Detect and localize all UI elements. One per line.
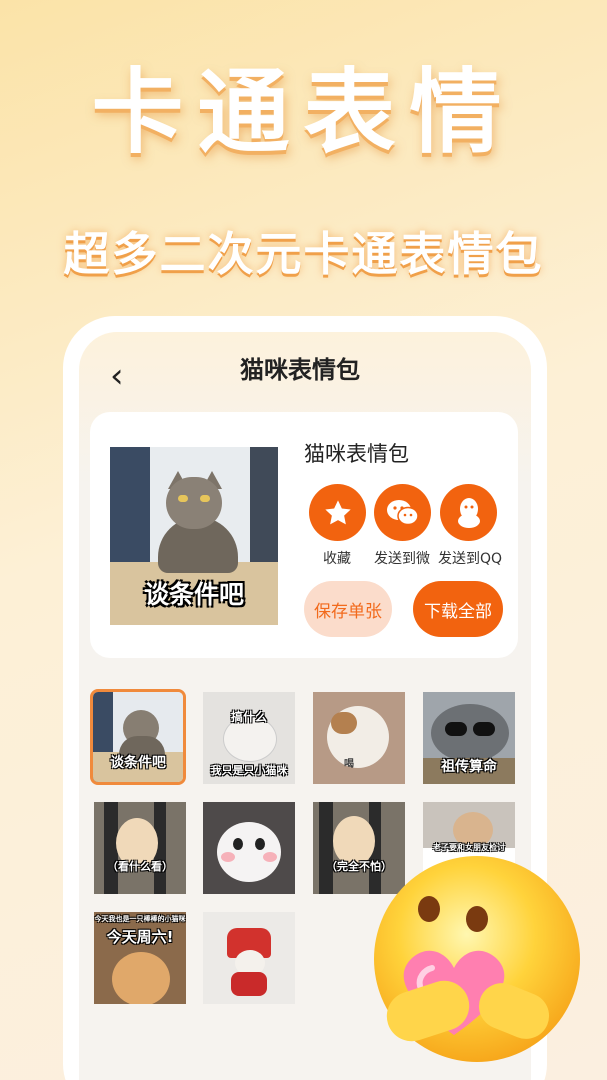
sticker-caption: 谈条件吧 (110, 755, 166, 771)
sticker-caption: （完全不怕） (326, 860, 392, 873)
wechat-icon (386, 499, 419, 525)
back-icon[interactable]: ‹ (110, 356, 124, 396)
sticker-thumb[interactable]: 今天我也是一只棒棒的小猫咪 今天周六! (94, 912, 186, 1004)
sticker-caption-top: 今天我也是一只棒棒的小猫咪 (94, 915, 186, 923)
emoji-eye (466, 906, 488, 932)
sticker-caption-top: 搞什么 (230, 710, 267, 724)
save-single-button[interactable]: 保存单张 (304, 581, 392, 637)
send-wechat-button[interactable] (374, 484, 431, 541)
send-qq-button[interactable] (440, 484, 497, 541)
sticker-thumb[interactable]: 祖传算命 (423, 692, 515, 784)
hero-title: 卡通表情 (91, 59, 516, 166)
star-icon (324, 499, 351, 524)
sticker-thumb[interactable] (203, 912, 295, 1004)
sticker-thumb[interactable]: 搞什么 我只是只小猫咪 (203, 692, 295, 784)
cat-face (112, 952, 170, 1004)
cover-caption: 谈条件吧 (143, 580, 244, 609)
pack-name: 猫咪表情包 (304, 442, 409, 466)
sticker-thumb[interactable]: （完全不怕） (313, 802, 405, 894)
download-all-button[interactable]: 下载全部 (413, 581, 503, 637)
qq-icon (457, 497, 480, 528)
emoji-eye (418, 896, 440, 922)
sticker-thumb[interactable]: 喝 (313, 692, 405, 784)
hero-subtitle: 超多二次元卡通表情包 (63, 227, 544, 281)
sticker-caption: （看什么看） (107, 860, 173, 873)
page-title: 猫咪表情包 (240, 356, 360, 384)
sticker-caption: 祖传算命 (441, 759, 497, 775)
favorite-label: 收藏 (323, 551, 351, 567)
sticker-caption: 今天周六! (106, 928, 174, 946)
favorite-button[interactable] (309, 484, 366, 541)
send-qq-label: 发送到QQ (437, 551, 503, 567)
sticker-caption: 老子要和女朋友检讨 (433, 843, 505, 852)
cat-eye (178, 495, 188, 502)
sticker-thumb[interactable] (203, 802, 295, 894)
cat-face (431, 704, 509, 762)
sticker-caption: 我只是只小猫咪 (210, 764, 288, 777)
sticker-caption: 喝 (344, 759, 354, 770)
sticker-thumb[interactable]: （看什么看） (94, 802, 186, 894)
cat-head (166, 477, 222, 529)
cover-shelf (250, 447, 278, 567)
cat-eye (200, 495, 210, 502)
send-wechat-label: 发送到微 (374, 551, 430, 567)
pack-cover-image[interactable]: 谈条件吧 (110, 447, 278, 625)
sticker-thumb[interactable]: 谈条件吧 (90, 689, 186, 785)
